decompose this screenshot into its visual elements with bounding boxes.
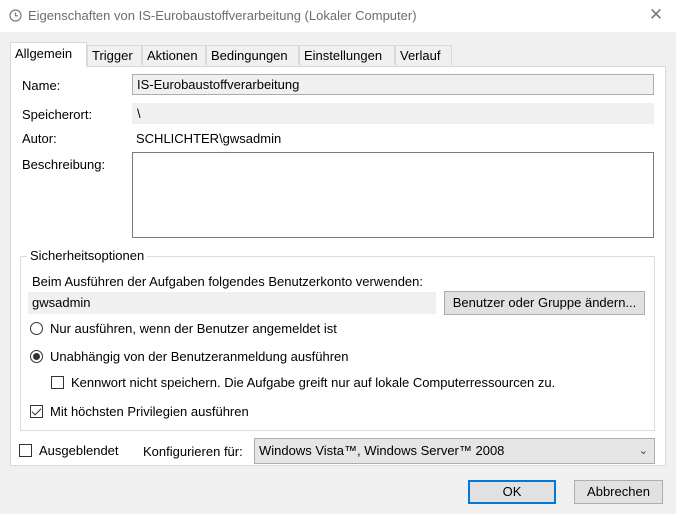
no-password-checkbox[interactable] bbox=[51, 376, 64, 389]
location-label: Speicherort: bbox=[22, 107, 93, 122]
tab-verlauf[interactable]: Verlauf bbox=[395, 45, 452, 65]
radio-run-logged-on-label[interactable]: Nur ausführen, wenn der Benutzer angemel… bbox=[50, 321, 337, 336]
tab-einstellungen[interactable]: Einstellungen bbox=[299, 45, 395, 65]
description-label: Beschreibung: bbox=[22, 157, 106, 172]
tab-allgemein[interactable]: Allgemein bbox=[10, 42, 87, 67]
highest-privileges-label[interactable]: Mit höchsten Privilegien ausführen bbox=[50, 404, 249, 419]
tab-trigger[interactable]: Trigger bbox=[87, 45, 142, 65]
account-prompt: Beim Ausführen der Aufgaben folgendes Be… bbox=[32, 274, 423, 289]
location-value: \ bbox=[132, 103, 654, 124]
cancel-button[interactable]: Abbrechen bbox=[574, 480, 663, 504]
name-field[interactable]: IS-Eurobaustoffverarbeitung bbox=[132, 74, 654, 95]
hidden-checkbox[interactable] bbox=[19, 444, 32, 457]
author-value: SCHLICHTER\gwsadmin bbox=[136, 131, 282, 146]
title-bar: Eigenschaften von IS-Eurobaustoffverarbe… bbox=[0, 0, 676, 32]
window-title: Eigenschaften von IS-Eurobaustoffverarbe… bbox=[28, 8, 417, 23]
radio-run-independent-label[interactable]: Unabhängig von der Benutzeranmeldung aus… bbox=[50, 349, 349, 364]
radio-run-logged-on[interactable] bbox=[30, 322, 43, 335]
highest-privileges-checkbox[interactable] bbox=[30, 405, 43, 418]
task-clock-icon bbox=[9, 9, 22, 22]
name-label: Name: bbox=[22, 78, 61, 93]
radio-run-independent[interactable] bbox=[30, 350, 43, 363]
hidden-label[interactable]: Ausgeblendet bbox=[39, 443, 119, 458]
ok-button[interactable]: OK bbox=[468, 480, 556, 504]
tab-aktionen[interactable]: Aktionen bbox=[142, 45, 206, 65]
no-password-label[interactable]: Kennwort nicht speichern. Die Aufgabe gr… bbox=[71, 375, 555, 390]
configure-select-value: Windows Vista™, Windows Server™ 2008 bbox=[259, 443, 505, 458]
chevron-down-icon: ⌄ bbox=[638, 445, 648, 457]
change-user-button[interactable]: Benutzer oder Gruppe ändern... bbox=[444, 291, 645, 315]
configure-select[interactable]: Windows Vista™, Windows Server™ 2008 ⌄ bbox=[254, 438, 655, 464]
description-field[interactable] bbox=[132, 152, 654, 238]
close-icon[interactable]: ✕ bbox=[646, 5, 666, 25]
tab-bedingungen[interactable]: Bedingungen bbox=[206, 45, 299, 65]
account-field: gwsadmin bbox=[28, 292, 436, 314]
author-label: Autor: bbox=[22, 131, 57, 146]
security-options-legend: Sicherheitsoptionen bbox=[27, 248, 148, 263]
configure-label: Konfigurieren für: bbox=[143, 444, 243, 459]
